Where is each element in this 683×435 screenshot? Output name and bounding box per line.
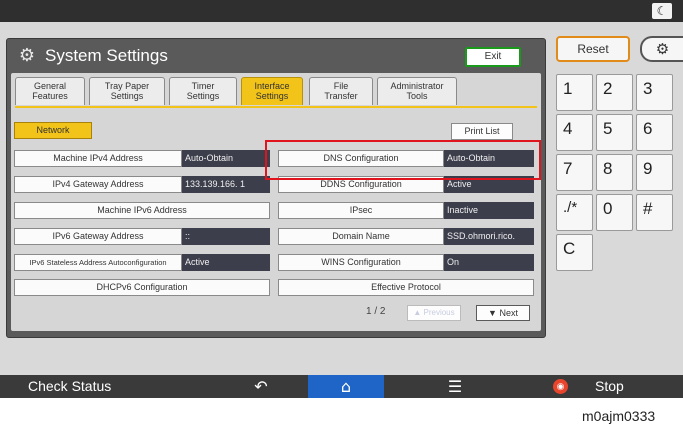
tab-label-line1: General (33, 81, 67, 91)
setting-row-effective-protocol[interactable]: Effective Protocol (278, 279, 534, 296)
top-bar: ☾ (0, 0, 683, 22)
setting-label: WINS Configuration (278, 254, 444, 271)
dns-highlight-box (265, 140, 541, 180)
setting-value: Active (182, 254, 270, 271)
setting-value: Auto-Obtain (182, 150, 270, 167)
tab-label-line1: Administrator (390, 81, 444, 91)
page-title: System Settings (45, 46, 168, 65)
setting-value: 133.139.166. 1 (182, 176, 270, 193)
setting-row-ipv6-gateway[interactable]: IPv6 Gateway Address :: (14, 228, 270, 245)
setting-label: IPsec (278, 202, 444, 219)
next-button[interactable]: ▼ Next (476, 305, 530, 321)
key-3[interactable]: 3 (636, 74, 673, 111)
setting-row-wins-configuration[interactable]: WINS Configuration On (278, 254, 534, 271)
key-dot-star[interactable]: ./* (556, 194, 593, 231)
setting-row-dhcpv6[interactable]: DHCPv6 Configuration (14, 279, 270, 296)
setting-row-ipv6-stateless[interactable]: IPv6 Stateless Address Autoconfiguration… (14, 254, 270, 271)
key-9[interactable]: 9 (636, 154, 673, 191)
energy-saver-moon-icon[interactable]: ☾ (652, 3, 672, 19)
setting-value: Inactive (444, 202, 534, 219)
tab-label-line1: File (333, 81, 349, 91)
print-list-button[interactable]: Print List (451, 123, 513, 140)
device-screen: ☾ ⚙ System Settings Exit General Features… (0, 0, 683, 398)
tab-label-line2: Transfer (324, 91, 358, 101)
tab-timer-settings[interactable]: Timer Settings (169, 77, 237, 105)
setting-label: Machine IPv6 Address (14, 202, 270, 219)
setting-row-machine-ipv4[interactable]: Machine IPv4 Address Auto-Obtain (14, 150, 270, 167)
key-5[interactable]: 5 (596, 114, 633, 151)
key-2[interactable]: 2 (596, 74, 633, 111)
setting-row-machine-ipv6[interactable]: Machine IPv6 Address (14, 202, 270, 219)
tab-general-features[interactable]: General Features (15, 77, 85, 105)
tab-underline (15, 106, 537, 108)
tab-label-line1: Timer (191, 81, 215, 91)
tab-label-line1: Interface (254, 81, 290, 91)
page-indicator: 1 / 2 (366, 306, 386, 317)
settings-gear-icon: ⚙ (18, 45, 36, 66)
setting-label: IPv4 Gateway Address (14, 176, 182, 193)
tab-interface-settings[interactable]: Interface Settings (241, 77, 303, 105)
tab-tray-paper-settings[interactable]: Tray Paper Settings (89, 77, 165, 105)
reset-button[interactable]: Reset (556, 36, 630, 62)
network-category-button[interactable]: Network (14, 122, 92, 139)
key-4[interactable]: 4 (556, 114, 593, 151)
tab-label-line2: Settings (255, 91, 289, 101)
home-button[interactable]: ⌂ (308, 375, 384, 398)
key-0[interactable]: 0 (596, 194, 633, 231)
check-status-button[interactable]: Check Status (0, 375, 160, 398)
previous-button[interactable]: ▲ Previous (407, 305, 461, 321)
setting-label: IPv6 Gateway Address (14, 228, 182, 245)
tab-label-line2: Settings (110, 91, 144, 101)
key-hash[interactable]: # (636, 194, 673, 231)
exit-button[interactable]: Exit (465, 47, 521, 67)
tab-label-line2: Settings (186, 91, 220, 101)
tab-label-line1: Tray Paper (104, 81, 150, 91)
setting-row-ipv4-gateway[interactable]: IPv4 Gateway Address 133.139.166. 1 (14, 176, 270, 193)
gear-icon[interactable]: ⚙ (640, 36, 683, 62)
home-icon: ⌂ (340, 377, 352, 396)
down-triangle-icon: ▼ (488, 308, 497, 318)
key-1[interactable]: 1 (556, 74, 593, 111)
setting-label: IPv6 Stateless Address Autoconfiguration (14, 254, 182, 271)
setting-label: Domain Name (278, 228, 444, 245)
menu-icon[interactable]: ☰ (440, 375, 470, 398)
setting-value: SSD.ohmori.rico. (444, 228, 534, 245)
key-7[interactable]: 7 (556, 154, 593, 191)
setting-value: On (444, 254, 534, 271)
setting-value: :: (182, 228, 270, 245)
tab-bar: General Features Tray Paper Settings Timer… (15, 77, 537, 108)
tab-file-transfer[interactable]: File Transfer (309, 77, 373, 105)
setting-label: DHCPv6 Configuration (14, 279, 270, 296)
stop-icon[interactable]: ◉ (553, 379, 568, 394)
setting-label: Machine IPv4 Address (14, 150, 182, 167)
setting-row-domain-name[interactable]: Domain Name SSD.ohmori.rico. (278, 228, 534, 245)
back-arrow-icon[interactable]: ↶ (246, 375, 276, 398)
key-clear[interactable]: C (556, 234, 593, 271)
setting-row-ipsec[interactable]: IPsec Inactive (278, 202, 534, 219)
figure-caption: m0ajm0333 (582, 408, 656, 424)
tab-administrator-tools[interactable]: Administrator Tools (377, 77, 457, 105)
setting-label: Effective Protocol (278, 279, 534, 296)
stop-button[interactable]: Stop (595, 375, 624, 398)
tab-label-line2: Features (32, 91, 68, 101)
key-6[interactable]: 6 (636, 114, 673, 151)
key-8[interactable]: 8 (596, 154, 633, 191)
next-label: Next (499, 308, 518, 318)
tab-label-line2: Tools (406, 91, 428, 101)
status-bar: Check Status ↶ ⌂ ☰ ◉ Stop (0, 375, 683, 398)
